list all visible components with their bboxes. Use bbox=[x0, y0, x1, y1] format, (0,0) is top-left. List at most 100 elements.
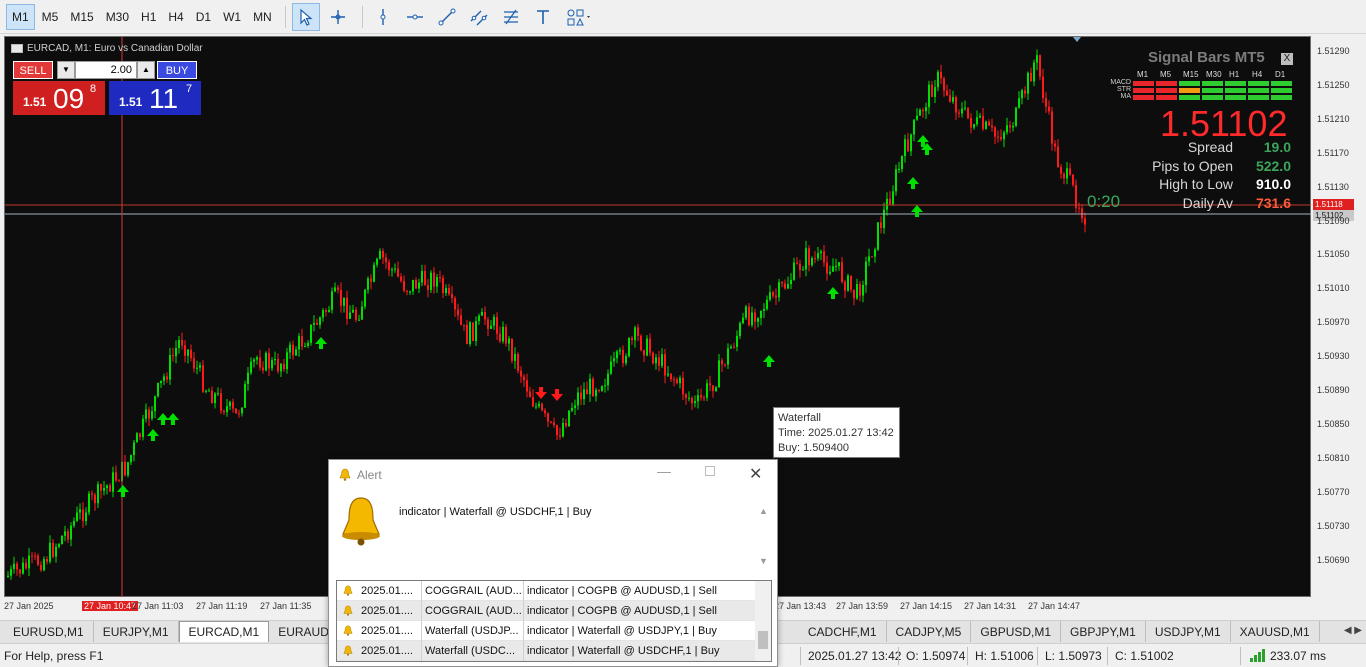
candle-body bbox=[892, 191, 894, 205]
candle-body bbox=[427, 285, 429, 290]
minimize-icon[interactable]: — bbox=[657, 463, 671, 479]
symbol-tab[interactable]: EURCAD,M1 bbox=[178, 621, 270, 642]
shapes-icon[interactable] bbox=[561, 3, 597, 31]
fibonacci-icon[interactable] bbox=[497, 3, 525, 31]
candle-body bbox=[670, 373, 672, 380]
candle-body bbox=[907, 139, 909, 152]
candle-body bbox=[955, 97, 957, 113]
candle-body bbox=[844, 281, 846, 291]
candle-body bbox=[643, 350, 645, 356]
candle-body bbox=[916, 115, 918, 120]
candle-body bbox=[685, 394, 687, 398]
candle-body bbox=[532, 397, 534, 407]
candle-body bbox=[661, 354, 663, 366]
sell-price-pip: 8 bbox=[90, 83, 97, 95]
symbol-tab[interactable]: CADJPY,M5 bbox=[887, 621, 972, 642]
price-axis-label: 1.50850 bbox=[1317, 418, 1350, 429]
candle-body bbox=[205, 390, 207, 392]
alert-history-row[interactable]: 2025.01.... COGGRAIL (AUD... indicator | C… bbox=[337, 601, 755, 621]
candle-body bbox=[184, 345, 186, 356]
candle-body bbox=[853, 289, 855, 299]
alert-message: indicator | Waterfall @ USDCHF,1 | Buy bbox=[399, 506, 592, 518]
signal-bars-cell bbox=[1133, 88, 1154, 93]
column-divider bbox=[421, 621, 422, 641]
price-axis-label: 1.50930 bbox=[1317, 351, 1350, 362]
signal-bars-close-icon[interactable]: X bbox=[1281, 53, 1293, 65]
signal-bars-cell bbox=[1271, 95, 1292, 100]
time-axis-label: 27 Jan 14:15 bbox=[900, 601, 953, 611]
timeframe-d1-button[interactable]: D1 bbox=[191, 4, 216, 30]
alert-history-list[interactable]: 2025.01.... Waterfall (USDC... indicator |… bbox=[336, 580, 772, 662]
candle-body bbox=[169, 355, 171, 380]
candle-body bbox=[1084, 218, 1086, 225]
candle-body bbox=[904, 139, 906, 157]
candle-body bbox=[1078, 207, 1080, 209]
vertical-line-icon[interactable] bbox=[369, 3, 397, 31]
candle-body bbox=[160, 380, 162, 384]
signal-bars-cell bbox=[1271, 88, 1292, 93]
symbol-tab[interactable]: GBPJPY,M1 bbox=[1061, 621, 1146, 642]
timeframe-m30-button[interactable]: M30 bbox=[101, 4, 134, 30]
buy-price-button[interactable]: 1.51 11 7 bbox=[109, 81, 201, 115]
signal-bars-cell bbox=[1179, 95, 1200, 100]
signal-strength-icon bbox=[1250, 648, 1266, 665]
alert-history-row[interactable]: 2025.01.... Waterfall (USDJP... indicator … bbox=[337, 621, 755, 641]
symbol-tab[interactable]: XAUUSD,M1 bbox=[1231, 621, 1320, 642]
alert-history-row[interactable]: 2025.01.... Waterfall (USDC... indicator |… bbox=[337, 641, 755, 661]
candle-body bbox=[187, 349, 189, 356]
timeframe-h1-button[interactable]: H1 bbox=[136, 4, 161, 30]
cursor-icon[interactable] bbox=[291, 2, 320, 31]
timeframe-m15-button[interactable]: M15 bbox=[65, 4, 98, 30]
candle-body bbox=[19, 569, 21, 574]
volume-increase-icon[interactable]: ▲ bbox=[137, 61, 155, 79]
timeframe-mn-button[interactable]: MN bbox=[248, 4, 277, 30]
candle-body bbox=[523, 376, 525, 381]
candle-body bbox=[388, 262, 390, 271]
column-divider bbox=[523, 601, 524, 621]
sell-button[interactable]: SELL bbox=[13, 61, 53, 79]
text-icon[interactable] bbox=[529, 3, 557, 31]
message-scroll-icon[interactable]: ▲ ▼ bbox=[759, 506, 768, 566]
candle-body bbox=[694, 401, 696, 404]
symbol-tab[interactable]: CADCHF,M1 bbox=[799, 621, 887, 642]
buy-button[interactable]: BUY bbox=[157, 61, 197, 79]
one-click-trading-panel: SELL ▼ 2.00 ▲ BUY 1.51 09 8 1.51 11 7 bbox=[9, 59, 201, 115]
trendline-icon[interactable] bbox=[433, 3, 461, 31]
candle-body bbox=[385, 257, 387, 263]
candle-body bbox=[1030, 72, 1032, 82]
status-divider bbox=[1240, 647, 1241, 665]
horizontal-line-icon[interactable] bbox=[401, 3, 429, 31]
candle-body bbox=[214, 393, 216, 404]
price-axis[interactable]: 1.51118 1.51102 1.51290 1.51250 1.51210 1.5… bbox=[1311, 36, 1366, 597]
close-icon[interactable]: ✕ bbox=[749, 464, 762, 484]
list-scrollbar[interactable] bbox=[755, 581, 771, 661]
sell-price-button[interactable]: 1.51 09 8 bbox=[13, 81, 105, 115]
symbol-tab[interactable]: EURJPY,M1 bbox=[94, 621, 179, 642]
list-scrollbar-thumb[interactable] bbox=[758, 631, 768, 649]
channel-icon[interactable] bbox=[465, 3, 493, 31]
candle-body bbox=[832, 266, 834, 272]
crosshair-icon[interactable] bbox=[324, 3, 352, 31]
alert-history-row[interactable]: 2025.01.... COGGRAIL (AUD... indicator | C… bbox=[337, 581, 755, 601]
timeframe-m5-button[interactable]: M5 bbox=[37, 4, 64, 30]
buy-arrow-icon bbox=[827, 287, 839, 299]
candle-body bbox=[817, 253, 819, 259]
timeframe-w1-button[interactable]: W1 bbox=[218, 4, 246, 30]
symbol-tab[interactable]: USDJPY,M1 bbox=[1146, 621, 1231, 642]
candle-body bbox=[742, 317, 744, 324]
tab-scroll-icon[interactable]: ◀ ▶ bbox=[1344, 625, 1362, 636]
candle-body bbox=[673, 379, 675, 381]
timeframe-m1-button[interactable]: M1 bbox=[6, 3, 35, 30]
candle-body bbox=[262, 367, 264, 371]
volume-input[interactable]: 2.00 bbox=[75, 61, 137, 79]
mt5-terminal: M1 M5 M15 M30 H1 H4 D1 W1 MN EURCAD, M1:… bbox=[0, 0, 1366, 667]
alert-source-cell: COGGRAIL (AUD... bbox=[425, 605, 522, 617]
candle-body bbox=[73, 520, 75, 526]
volume-decrease-icon[interactable]: ▼ bbox=[57, 61, 75, 79]
candle-body bbox=[253, 359, 255, 362]
maximize-icon[interactable] bbox=[705, 466, 715, 476]
timeframe-h4-button[interactable]: H4 bbox=[163, 4, 188, 30]
symbol-tab[interactable]: GBPUSD,M1 bbox=[971, 621, 1062, 642]
symbol-tab[interactable]: EURUSD,M1 bbox=[4, 621, 94, 642]
candle-body bbox=[403, 280, 405, 291]
